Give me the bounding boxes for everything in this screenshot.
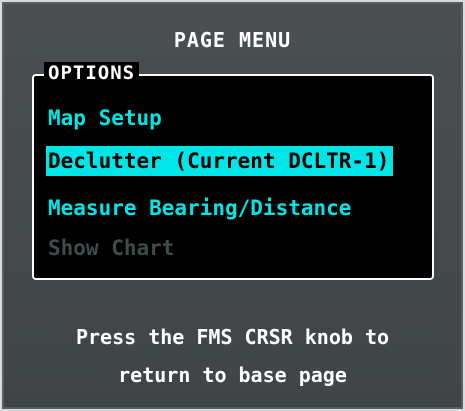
menu-item-declutter[interactable]: Declutter (Current DCLTR-1) (46, 146, 394, 176)
instruction-line-1: Press the FMS CRSR knob to (75, 325, 390, 349)
options-label: OPTIONS (44, 62, 140, 84)
page-menu-window: PAGE MENU OPTIONS Map Setup Declutter (C… (0, 0, 465, 411)
instruction-text: Press the FMS CRSR knob to return to bas… (2, 318, 463, 394)
menu-item-map-setup[interactable]: Map Setup (48, 103, 162, 133)
instruction-line-2: return to base page (118, 363, 347, 387)
menu-item-measure-bearing-distance[interactable]: Measure Bearing/Distance (48, 193, 351, 223)
options-list: OPTIONS Map Setup Declutter (Current DCL… (32, 62, 434, 280)
menu-item-show-chart: Show Chart (48, 236, 175, 260)
page-menu-title: PAGE MENU (173, 28, 292, 52)
